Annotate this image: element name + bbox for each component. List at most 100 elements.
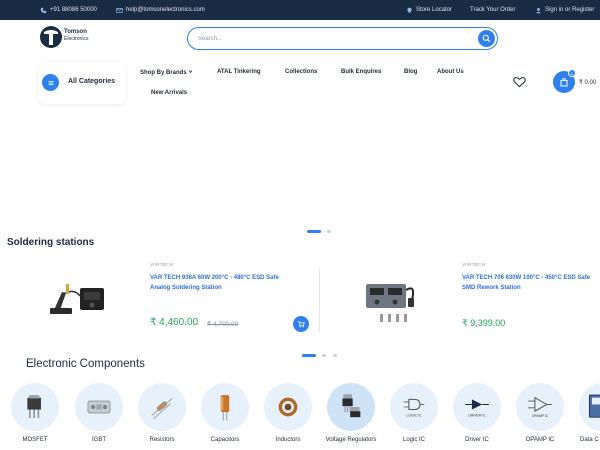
- driver-ic-icon: DRIVER IC: [465, 399, 489, 417]
- sign-in-label: Sign in or Register: [545, 7, 595, 13]
- search-input[interactable]: [198, 31, 468, 46]
- search-icon: [482, 34, 491, 43]
- data-converter-icon: [588, 394, 600, 418]
- product-vendor: VARTECH: [462, 262, 486, 267]
- category-label: IGBT: [91, 437, 106, 443]
- category-circle: [138, 383, 186, 431]
- category-circle: DRIVER IC: [453, 383, 501, 431]
- track-order-label: Track Your Order: [470, 7, 516, 13]
- category-label: Driver IC: [465, 437, 489, 443]
- menu-icon: [42, 74, 59, 91]
- cart-icon: [297, 321, 305, 328]
- email-address: help@tomsonelectronics.com: [126, 7, 205, 13]
- category-inductors[interactable]: Inductors: [263, 383, 313, 450]
- components-section-title: Electronic Components: [26, 358, 145, 370]
- search-bar: [187, 27, 498, 50]
- category-circle: [264, 383, 312, 431]
- product-title-line2[interactable]: Analog Soldering Station: [150, 283, 222, 293]
- site-logo[interactable]: Tomson Electronics: [40, 25, 100, 53]
- nav-about-us[interactable]: About Us: [437, 69, 464, 75]
- product-divider: [319, 268, 320, 332]
- category-circle: [11, 383, 59, 431]
- email-contact[interactable]: help@tomsonelectronics.com: [116, 0, 205, 20]
- phone-number: +91 88086 50000: [50, 7, 97, 13]
- category-circle: [75, 383, 123, 431]
- category-circle: [201, 383, 249, 431]
- product-card[interactable]: VARTECH VAR TECH 706 630W 100°C - 450°C …: [352, 258, 600, 344]
- logo-subtitle: Electronics: [64, 36, 89, 42]
- top-bar: +91 88086 50000 help@tomsonelectronics.c…: [0, 0, 600, 20]
- heart-icon[interactable]: [513, 76, 526, 88]
- resistor-icon: [151, 398, 173, 420]
- nav-new-arrivals[interactable]: New Arrivals: [151, 90, 187, 96]
- all-categories-label: All Categories: [68, 78, 116, 85]
- logo-name: Tomson: [64, 29, 87, 35]
- svg-text:OPAMP IC: OPAMP IC: [532, 414, 549, 418]
- category-opamp-ic[interactable]: OPAMP IC OPAMP IC: [515, 383, 565, 450]
- product-price: ₹ 4,460.00: [150, 317, 199, 328]
- nav-shop-by-brands[interactable]: Shop By Brands: [140, 69, 193, 76]
- nav-shop-by-brands-label: Shop By Brands: [140, 70, 187, 76]
- nav-bulk-enquires[interactable]: Bulk Enquires: [341, 69, 381, 75]
- product-vendor: VARTECH: [150, 262, 174, 267]
- svg-text:LOGIC IC: LOGIC IC: [407, 413, 422, 417]
- category-label: Capacitors: [210, 437, 240, 443]
- track-order-link[interactable]: Track Your Order: [470, 0, 515, 20]
- banner-dot-1[interactable]: [307, 230, 321, 233]
- category-capacitors[interactable]: Capacitors: [200, 383, 250, 450]
- product-title-line1[interactable]: VAR TECH 706 630W 100°C - 450°C ESD Safe: [462, 273, 590, 283]
- category-mosfet[interactable]: MOSFET: [10, 383, 60, 450]
- igbt-icon: [87, 400, 111, 414]
- store-locator-label: Store Locator: [416, 7, 453, 13]
- category-label: Inductors: [275, 437, 301, 443]
- phone-contact[interactable]: +91 88086 50000: [40, 0, 97, 20]
- product-old-price: ₹ 4,700.00: [207, 321, 239, 328]
- category-circle: [579, 383, 600, 431]
- svg-text:DRIVER IC: DRIVER IC: [468, 413, 486, 417]
- category-label: Voltage Regulators: [325, 437, 377, 443]
- logic-ic-icon: LOGIC IC: [403, 398, 425, 417]
- carousel-dot-1[interactable]: [302, 354, 316, 357]
- rework-station-image: [366, 284, 415, 322]
- carousel-dot-3[interactable]: [333, 354, 337, 357]
- category-label: Data C: [580, 437, 599, 443]
- category-igbt[interactable]: IGBT: [74, 383, 124, 450]
- banner-dot-2[interactable]: [327, 230, 331, 233]
- carousel-dot-2[interactable]: [322, 354, 326, 357]
- category-label: OPAMP IC: [525, 437, 555, 443]
- search-button[interactable]: [478, 30, 495, 47]
- add-to-cart-button[interactable]: [293, 316, 309, 332]
- mail-icon: [116, 7, 123, 13]
- logo-t-icon: [44, 30, 58, 45]
- inductor-icon: [278, 397, 298, 417]
- opamp-icon: OPAMP IC: [528, 396, 552, 418]
- product-card[interactable]: VARTECH VAR TECH 936A 60W 200°C - 480°C …: [40, 258, 315, 344]
- category-voltage-regulators[interactable]: Voltage Regulators: [326, 383, 376, 450]
- category-driver-ic[interactable]: DRIVER IC Driver IC: [452, 383, 502, 450]
- soldering-section-title: Soldering stations: [7, 237, 95, 248]
- nav-atal-tinkering[interactable]: ATAL Tinkering: [217, 69, 261, 75]
- sign-in-link[interactable]: Sign in or Register: [535, 0, 594, 20]
- chevron-down-icon: [189, 70, 193, 74]
- category-label: MOSFET: [22, 437, 48, 443]
- voltage-regulator-icon: [342, 394, 361, 418]
- product-title-line1[interactable]: VAR TECH 936A 60W 200°C - 480°C ESD Safe: [150, 273, 279, 283]
- nav-collections[interactable]: Collections: [285, 69, 317, 75]
- category-label: Logic IC: [402, 437, 425, 443]
- capacitor-icon: [220, 395, 230, 421]
- nav-blog[interactable]: Blog: [404, 69, 417, 75]
- product-price: ₹ 9,399.00: [462, 318, 506, 328]
- category-label: Resistors: [149, 437, 175, 443]
- all-categories-button[interactable]: All Categories: [38, 62, 126, 104]
- category-circle: OPAMP IC: [516, 383, 564, 431]
- logo-mark: [40, 26, 62, 48]
- category-circle: [327, 383, 375, 431]
- cart-total: ₹ 0.00: [579, 80, 597, 86]
- mosfet-icon: [27, 395, 41, 419]
- category-circle: LOGIC IC: [390, 383, 438, 431]
- category-resistors[interactable]: Resistors: [137, 383, 187, 450]
- category-data-converter[interactable]: Data C: [578, 383, 600, 450]
- product-title-line2[interactable]: SMD Rework Station: [462, 283, 521, 293]
- store-locator-link[interactable]: Store Locator: [406, 0, 452, 20]
- category-logic-ic[interactable]: LOGIC IC Logic IC: [389, 383, 439, 450]
